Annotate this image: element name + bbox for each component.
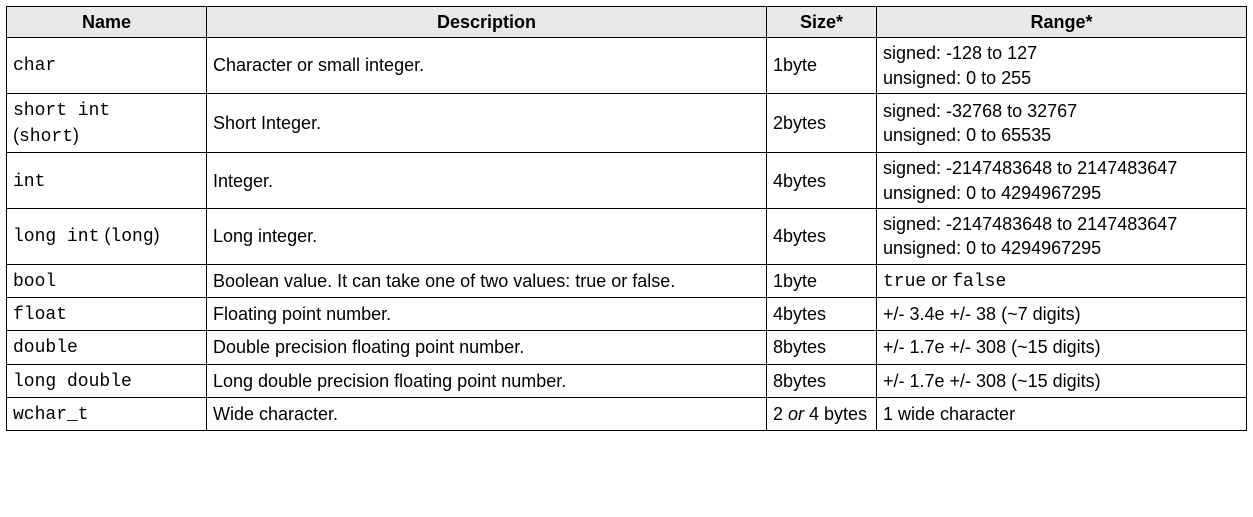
- table-row: long doubleLong double precision floatin…: [7, 364, 1247, 397]
- cell-description: Character or small integer.: [207, 38, 767, 94]
- cell-range: signed: -2147483648 to 2147483647unsigne…: [877, 209, 1247, 265]
- cell-size: 4bytes: [767, 297, 877, 330]
- table-row: boolBoolean value. It can take one of tw…: [7, 264, 1247, 297]
- cell-range: signed: -32768 to 32767unsigned: 0 to 65…: [877, 93, 1247, 153]
- cell-name: bool: [7, 264, 207, 297]
- cell-name: double: [7, 331, 207, 364]
- cell-size: 4bytes: [767, 153, 877, 209]
- cell-size: 1byte: [767, 264, 877, 297]
- cell-range: signed: -2147483648 to 2147483647unsigne…: [877, 153, 1247, 209]
- cell-description: Floating point number.: [207, 297, 767, 330]
- cell-name: long double: [7, 364, 207, 397]
- cell-description: Long integer.: [207, 209, 767, 265]
- cell-name: char: [7, 38, 207, 94]
- table-row: charCharacter or small integer.1bytesign…: [7, 38, 1247, 94]
- cell-name: long int (long): [7, 209, 207, 265]
- header-range: Range*: [877, 7, 1247, 38]
- cell-size: 4bytes: [767, 209, 877, 265]
- cell-description: Long double precision floating point num…: [207, 364, 767, 397]
- cell-description: Wide character.: [207, 397, 767, 430]
- header-name: Name: [7, 7, 207, 38]
- cell-name: int: [7, 153, 207, 209]
- cell-description: Integer.: [207, 153, 767, 209]
- cell-range: signed: -128 to 127unsigned: 0 to 255: [877, 38, 1247, 94]
- cell-description: Short Integer.: [207, 93, 767, 153]
- cell-range: true or false: [877, 264, 1247, 297]
- table-row: short int(short)Short Integer.2bytessign…: [7, 93, 1247, 153]
- cell-range: 1 wide character: [877, 397, 1247, 430]
- header-row: Name Description Size* Range*: [7, 7, 1247, 38]
- cell-range: +/- 1.7e +/- 308 (~15 digits): [877, 331, 1247, 364]
- header-size: Size*: [767, 7, 877, 38]
- cell-size: 8bytes: [767, 364, 877, 397]
- data-types-table: Name Description Size* Range* charCharac…: [6, 6, 1247, 431]
- cell-range: +/- 1.7e +/- 308 (~15 digits): [877, 364, 1247, 397]
- cell-size: 2bytes: [767, 93, 877, 153]
- table-row: wchar_tWide character.2 or 4 bytes1 wide…: [7, 397, 1247, 430]
- table-row: floatFloating point number.4bytes+/- 3.4…: [7, 297, 1247, 330]
- cell-range: +/- 3.4e +/- 38 (~7 digits): [877, 297, 1247, 330]
- cell-size: 8bytes: [767, 331, 877, 364]
- cell-name: float: [7, 297, 207, 330]
- cell-name: wchar_t: [7, 397, 207, 430]
- cell-description: Boolean value. It can take one of two va…: [207, 264, 767, 297]
- cell-size: 2 or 4 bytes: [767, 397, 877, 430]
- cell-description: Double precision floating point number.: [207, 331, 767, 364]
- table-row: intInteger.4bytessigned: -2147483648 to …: [7, 153, 1247, 209]
- cell-size: 1byte: [767, 38, 877, 94]
- table-body: charCharacter or small integer.1bytesign…: [7, 38, 1247, 431]
- header-description: Description: [207, 7, 767, 38]
- table-row: long int (long)Long integer.4bytessigned…: [7, 209, 1247, 265]
- table-row: doubleDouble precision floating point nu…: [7, 331, 1247, 364]
- cell-name: short int(short): [7, 93, 207, 153]
